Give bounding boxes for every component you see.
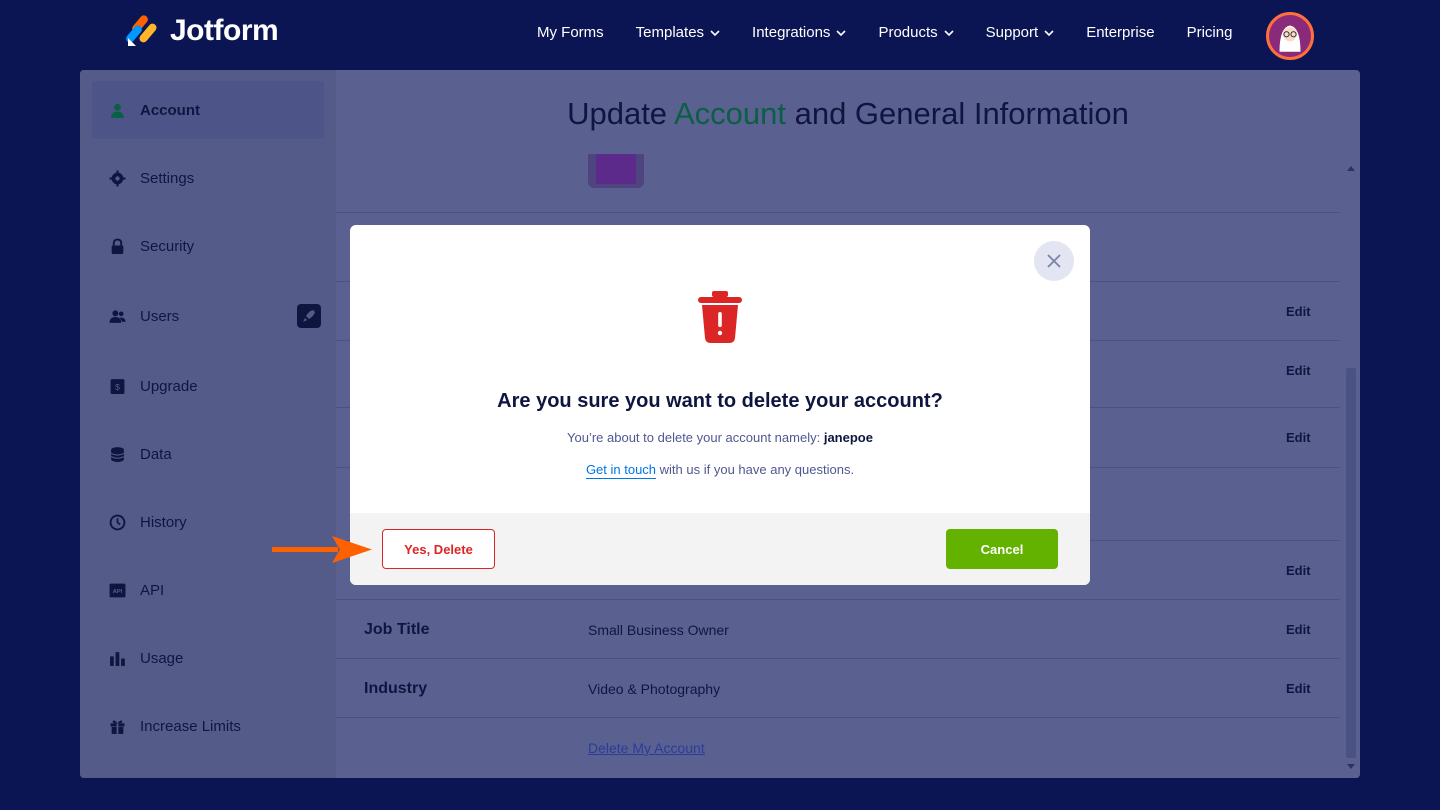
nav-my-forms[interactable]: My Forms: [521, 24, 620, 41]
edit-industry-button[interactable]: Edit: [1286, 681, 1311, 696]
sidebar-item-label: Increase Limits: [140, 717, 241, 735]
svg-text:$: $: [115, 382, 120, 392]
chevron-down-icon: [836, 29, 847, 36]
modal-description: You’re about to delete your account name…: [350, 430, 1090, 445]
annotation-arrow-icon: [272, 536, 372, 563]
rocket-icon: [297, 304, 321, 328]
industry-label: Industry: [364, 680, 428, 697]
chevron-down-icon: [1044, 29, 1054, 36]
delete-account-link[interactable]: Delete My Account: [588, 740, 705, 756]
cancel-button[interactable]: Cancel: [946, 529, 1058, 569]
modal-help-text: Get in touch with us if you have any que…: [350, 462, 1090, 479]
sidebar-item-account[interactable]: Account: [92, 81, 324, 139]
sidebar-item-increase-limits[interactable]: Increase Limits: [92, 697, 324, 755]
sidebar-item-label: Upgrade: [140, 377, 198, 395]
sidebar-item-users[interactable]: Users: [92, 287, 324, 345]
nav-label: Support: [985, 24, 1039, 41]
sidebar-item-security[interactable]: Security: [92, 217, 324, 275]
main-nav: My Forms Templates Integrations Products…: [521, 24, 1248, 41]
close-modal-button[interactable]: [1034, 241, 1074, 281]
sidebar-item-label: Usage: [140, 649, 184, 667]
edit-button[interactable]: Edit: [1286, 430, 1311, 445]
nav-label: My Forms: [537, 24, 604, 41]
account-username: janepoe: [823, 430, 873, 445]
divider: [336, 717, 1340, 718]
job-title-value: Small Business Owner: [588, 622, 729, 638]
edit-button[interactable]: Edit: [1286, 563, 1311, 578]
chevron-down-icon: [710, 29, 720, 36]
modal-footer: Yes, Delete Cancel: [350, 513, 1090, 585]
get-in-touch-link[interactable]: Get in touch: [585, 462, 657, 479]
description-text: You’re about to delete your account name…: [567, 430, 821, 445]
sidebar-item-label: History: [140, 513, 187, 531]
scroll-up-icon[interactable]: [1347, 166, 1355, 171]
sidebar-item-label: API: [140, 581, 165, 599]
title-accent: Account: [673, 96, 786, 131]
delete-account-modal: Are you sure you want to delete your acc…: [350, 225, 1090, 585]
api-icon: API: [108, 581, 126, 599]
title-part: Update: [567, 96, 668, 131]
nav-label: Products: [878, 24, 938, 41]
nav-pricing[interactable]: Pricing: [1171, 24, 1249, 41]
svg-text:API: API: [112, 589, 122, 595]
chevron-down-icon: [944, 29, 954, 36]
profile-photo-image: [596, 154, 636, 184]
nav-label: Pricing: [1186, 24, 1233, 41]
page-title: Update Account and General Information: [336, 96, 1360, 132]
upgrade-icon: $: [108, 377, 126, 395]
divider: [336, 658, 1340, 659]
sidebar-item-data[interactable]: Data: [92, 425, 324, 483]
bar-chart-icon: [108, 649, 126, 667]
help-suffix-text: with us if you have any questions.: [656, 462, 855, 477]
top-nav: Jotform My Forms Templates Integrations …: [0, 0, 1440, 70]
sidebar-item-usage[interactable]: Usage: [92, 629, 324, 687]
sidebar-item-label: Data: [140, 445, 172, 463]
database-icon: [108, 445, 126, 463]
yes-delete-button[interactable]: Yes, Delete: [382, 529, 495, 569]
jotform-logo[interactable]: Jotform: [126, 14, 279, 48]
sidebar: Account Settings Security Users $ Upgrad…: [80, 70, 336, 778]
trash-warning-icon: [698, 291, 742, 343]
nav-support[interactable]: Support: [970, 24, 1071, 41]
avatar-illustration-icon: [1269, 15, 1311, 57]
nav-label: Enterprise: [1086, 24, 1155, 41]
title-part: and General Information: [794, 96, 1129, 131]
jotform-logo-icon: [126, 15, 157, 46]
nav-products[interactable]: Products: [862, 24, 969, 41]
profile-photo[interactable]: [588, 154, 644, 188]
sidebar-item-upgrade[interactable]: $ Upgrade: [92, 357, 324, 415]
nav-enterprise[interactable]: Enterprise: [1070, 24, 1170, 41]
history-icon: [108, 513, 126, 531]
sidebar-item-label: Security: [140, 237, 195, 255]
sidebar-item-label: Settings: [140, 169, 195, 187]
scroll-down-icon[interactable]: [1347, 764, 1355, 769]
logo-text: Jotform: [170, 14, 279, 47]
industry-value: Video & Photography: [588, 681, 721, 697]
divider: [336, 212, 1340, 213]
users-icon: [108, 307, 126, 325]
gift-icon: [108, 717, 126, 735]
close-icon: [1047, 254, 1061, 268]
sidebar-item-label: Users: [140, 307, 180, 325]
sidebar-item-label: Account: [140, 101, 200, 119]
nav-label: Integrations: [752, 24, 831, 41]
gear-icon: [108, 169, 126, 187]
edit-button[interactable]: Edit: [1286, 304, 1311, 319]
nav-templates[interactable]: Templates: [620, 24, 736, 41]
scrollbar-thumb[interactable]: [1346, 368, 1356, 758]
modal-title: Are you sure you want to delete your acc…: [497, 390, 943, 412]
edit-button[interactable]: Edit: [1286, 363, 1311, 378]
scrollbar[interactable]: [1340, 158, 1360, 778]
sidebar-item-api[interactable]: API API: [92, 561, 324, 619]
user-avatar[interactable]: [1266, 12, 1314, 60]
lock-icon: [108, 237, 126, 255]
divider: [336, 599, 1340, 600]
edit-job-title-button[interactable]: Edit: [1286, 622, 1311, 637]
nav-label: Templates: [635, 24, 705, 41]
nav-integrations[interactable]: Integrations: [736, 24, 862, 41]
sidebar-item-settings[interactable]: Settings: [92, 149, 324, 207]
job-title-label: Job Title: [364, 621, 430, 638]
user-icon: [108, 101, 126, 119]
